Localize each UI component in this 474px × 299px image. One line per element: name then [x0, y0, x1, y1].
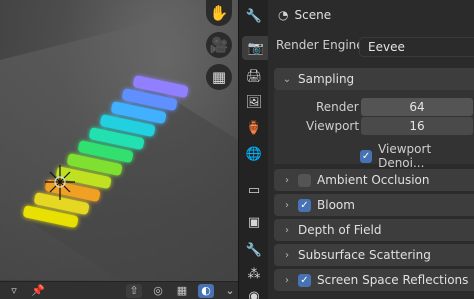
depth-of-field-label: Depth of Field [298, 223, 382, 237]
properties-tab-bar: 🔧 📷 🖨 🖼 🏺 🌐 ▭ ▣ 🔧 ⁂ ◉ [238, 0, 270, 299]
render-samples-value: 64 [409, 100, 425, 114]
tab-object[interactable]: ▣ [242, 210, 266, 234]
tab-scene[interactable]: 🏺 [242, 116, 266, 140]
tab-render[interactable]: 📷 [242, 36, 270, 60]
bloom-label: Bloom [317, 198, 355, 212]
grid-icon[interactable]: ▦ [206, 64, 232, 90]
arrow-up-icon[interactable]: ⇧ [126, 283, 142, 298]
chevron-right-icon: › [285, 249, 289, 261]
scene-icon: 🏺 [245, 120, 263, 136]
viewport-samples-value: 16 [409, 119, 425, 133]
screen-space-reflections-label: Screen Space Reflections [317, 273, 469, 287]
viewport-denoise-row[interactable]: ✓ Viewport Denoi... [360, 142, 474, 170]
properties-header: ◔ Scene [268, 0, 474, 30]
properties-panel: ◔ Scene Render Engine Eevee ⌄ Sampling R… [268, 0, 474, 299]
chevron-right-icon: › [285, 224, 289, 236]
ambient-occlusion-label: Ambient Occlusion [317, 173, 430, 187]
image-icon: 🖼 [245, 94, 263, 110]
tab-collection[interactable]: ▭ [242, 178, 266, 202]
swirl-icon[interactable]: ◎ [150, 284, 166, 298]
chevron-right-icon: › [285, 199, 289, 211]
camera-icon[interactable]: 🎥 [206, 32, 232, 58]
viewport-samples-label: Viewport [306, 119, 360, 133]
screen-space-reflections-panel-header[interactable]: › ✓ Screen Space Reflections [274, 269, 474, 291]
world-icon: 🌐 [245, 146, 263, 162]
render-engine-row: Render Engine [276, 38, 364, 52]
tab-physics[interactable]: ◉ [242, 284, 266, 299]
viewport-footer-bar: ▿ 📌 ⇧ ◎ ▦ ◐ ⌄ [0, 281, 238, 299]
particles-icon: ⁂ [247, 266, 261, 282]
sampling-title: Sampling [298, 72, 355, 86]
sampling-panel-header[interactable]: ⌄ Sampling [274, 68, 474, 90]
ambient-occlusion-panel-header[interactable]: › Ambient Occlusion [274, 169, 474, 191]
bloom-panel-header[interactable]: › ✓ Bloom [274, 194, 474, 216]
collection-icon: ▭ [247, 182, 261, 198]
object-icon: ▣ [247, 214, 261, 230]
camera-back-icon: 📷 [247, 40, 265, 56]
tab-world[interactable]: 🌐 [242, 142, 266, 166]
render-engine-value: Eevee [368, 40, 405, 54]
tab-tool[interactable]: 🔧 [242, 4, 266, 28]
viewport-samples-field[interactable]: 16 [361, 117, 473, 135]
pin-icon[interactable]: 📌 [30, 284, 46, 298]
viewport-scene [0, 0, 238, 280]
render-samples-label: Render [316, 100, 359, 114]
chevron-right-icon: › [285, 274, 289, 286]
triangle-down-icon[interactable]: ▿ [6, 284, 22, 298]
subsurface-scattering-label: Subsurface Scattering [298, 248, 431, 262]
hand-icon[interactable]: ✋ [206, 0, 232, 26]
subsurface-scattering-panel-header[interactable]: › Subsurface Scattering [274, 244, 474, 266]
chevron-down-icon: ⌄ [282, 73, 292, 85]
viewport-denoise-checkbox[interactable]: ✓ [360, 149, 373, 163]
render-engine-dropdown[interactable]: Eevee [359, 37, 474, 57]
grid-select-icon[interactable]: ▦ [174, 284, 190, 298]
ambient-occlusion-checkbox[interactable] [298, 173, 311, 187]
screen-space-reflections-checkbox[interactable]: ✓ [298, 273, 311, 287]
scene-icon: ◔ [278, 8, 289, 22]
3d-viewport[interactable]: ✋ 🎥 ▦ ▿ 📌 ⇧ ◎ ▦ ◐ ⌄ [0, 0, 238, 299]
viewport-denoise-label: Viewport Denoi... [378, 142, 432, 170]
chevron-down-icon[interactable]: ⌄ [222, 284, 238, 298]
render-samples-field[interactable]: 64 [361, 98, 473, 116]
printer-icon: 🖨 [245, 68, 263, 84]
globe-shading-icon[interactable]: ◐ [198, 283, 214, 298]
tab-particles[interactable]: ⁂ [242, 262, 266, 286]
wrench-icon: 🔧 [245, 8, 263, 24]
render-samples-row: Render [316, 100, 359, 114]
context-title: Scene [294, 8, 332, 22]
physics-icon: ◉ [248, 288, 260, 299]
tab-view-layer[interactable]: 🖼 [242, 90, 266, 114]
depth-of-field-panel-header[interactable]: › Depth of Field [274, 219, 474, 241]
tab-modifiers[interactable]: 🔧 [242, 238, 266, 262]
viewport-samples-row: Viewport [306, 119, 359, 133]
modifier-wrench-icon: 🔧 [245, 242, 263, 258]
chevron-right-icon: › [285, 174, 289, 186]
render-engine-label: Render Engine [276, 38, 364, 52]
viewport-navigation-gizmos: ✋ 🎥 ▦ [206, 0, 232, 90]
bloom-checkbox[interactable]: ✓ [298, 198, 311, 212]
tab-output[interactable]: 🖨 [242, 64, 266, 88]
